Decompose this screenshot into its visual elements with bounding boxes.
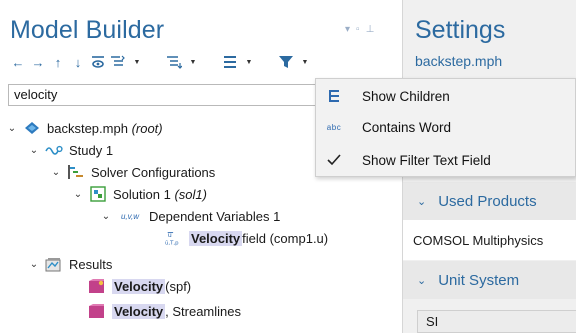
chevron-down-icon[interactable]: ⌄ — [28, 145, 40, 156]
svg-text:ū,T,p: ū,T,p — [165, 240, 179, 246]
section-title: Used Products — [438, 192, 537, 210]
svg-text:u: u — [168, 232, 172, 239]
tree-node-velocity-spf[interactable]: Velocity (spf) — [88, 275, 191, 297]
tree-node-label: backstep.mph — [47, 120, 128, 136]
view-menu-icon[interactable]: ▾ — [345, 24, 350, 35]
tree-node-solution[interactable]: ⌄ Solution 1 (sol1) — [72, 183, 207, 205]
expand-dropdown-icon[interactable]: ▼ — [130, 53, 144, 71]
window-controls: ▾ ▫ ⊥ — [345, 24, 374, 35]
minimize-icon[interactable]: ▫ — [356, 24, 360, 35]
show-more-options-icon[interactable] — [90, 53, 106, 71]
chevron-down-icon: ⌄ — [417, 195, 427, 208]
menu-item-label: Show Children — [362, 88, 450, 104]
tree-node-solver-configurations[interactable]: ⌄ Solver Configurations — [50, 161, 216, 183]
menu-item-label: Show Filter Text Field — [362, 152, 491, 168]
used-products-body: COMSOL Multiphysics — [403, 220, 576, 260]
back-arrow-icon[interactable]: ← — [10, 53, 26, 71]
search-match-highlight: Velocity — [189, 230, 243, 246]
solver-configurations-icon — [67, 164, 85, 180]
tree-filter-input[interactable]: velocity — [8, 84, 330, 106]
plot-group-icon — [88, 278, 106, 294]
chevron-down-icon[interactable]: ⌄ — [28, 259, 40, 270]
model-builder-title: Model Builder — [10, 16, 165, 44]
move-up-icon[interactable]: ↑ — [50, 53, 66, 71]
tree-node-root[interactable]: ⌄ backstep.mph (root) — [6, 117, 163, 139]
tree-node-label: Dependent Variables 1 — [149, 208, 281, 224]
tree-node-label: field (comp1.u) — [242, 230, 329, 246]
abc-icon: abc — [326, 122, 342, 132]
tree-node-label: Solver Configurations — [91, 164, 216, 180]
tree-children-icon — [316, 89, 352, 103]
pin-icon[interactable]: ⊥ — [366, 24, 375, 35]
dependent-variables-icon: u,v,w — [120, 211, 140, 221]
filter-dropdown-menu: Show Children abc Contains Word Show Fil… — [315, 78, 576, 177]
checkmark-icon — [316, 145, 352, 175]
unit-system-select[interactable]: SI — [417, 310, 576, 333]
filter-icon[interactable] — [278, 53, 294, 71]
search-match-highlight: Velocity — [112, 303, 166, 319]
tree-node-velocity-field[interactable]: u ū,T,p Velocity field (comp1.u) — [165, 227, 328, 249]
section-title: Unit System — [438, 271, 520, 289]
chevron-down-icon[interactable]: ⌄ — [6, 123, 18, 134]
menu-item-label: Contains Word — [362, 119, 452, 135]
settings-subtitle: backstep.mph — [415, 53, 503, 69]
tree-node-label: , Streamlines — [165, 303, 242, 319]
solution-icon — [89, 186, 107, 202]
menu-item-contains-word[interactable]: abc Contains Word — [316, 112, 576, 142]
tree-node-velocity-streamlines[interactable]: Velocity, Streamlines — [88, 300, 241, 322]
chevron-down-icon[interactable]: ⌄ — [50, 167, 62, 178]
model-file-icon — [23, 120, 41, 136]
chevron-down-icon[interactable]: ⌄ — [72, 189, 84, 200]
view-dropdown-icon[interactable]: ▼ — [242, 53, 256, 71]
tree-node-label: (spf) — [165, 278, 192, 294]
menu-item-show-children[interactable]: Show Children — [316, 81, 576, 111]
filter-dropdown-icon[interactable]: ▼ — [298, 53, 312, 71]
model-builder-toolbar: ← → ↑ ↓ ▼ ▼ ▼ ▼ — [10, 53, 312, 71]
tree-node-tag: (sol1) — [174, 186, 207, 202]
settings-title: Settings — [415, 16, 506, 44]
chevron-down-icon[interactable]: ⌄ — [100, 211, 112, 222]
tree-node-study[interactable]: ⌄ Study 1 — [28, 139, 113, 161]
chevron-down-icon: ⌄ — [417, 274, 427, 287]
tree-node-tag: (root) — [131, 120, 163, 136]
collapse-dropdown-icon[interactable]: ▼ — [186, 53, 200, 71]
collapse-sections-icon[interactable] — [166, 53, 182, 71]
menu-item-show-filter-text-field[interactable]: Show Filter Text Field — [316, 145, 576, 175]
expand-sections-icon[interactable] — [110, 53, 126, 71]
search-match-highlight: Velocity — [112, 278, 166, 294]
tree-node-dependent-variables[interactable]: ⌄ u,v,w Dependent Variables 1 — [100, 205, 281, 227]
model-tree-view-icon[interactable] — [222, 53, 238, 71]
tree-node-label: Results — [69, 256, 113, 272]
tree-node-label: Study 1 — [69, 142, 114, 158]
move-down-icon[interactable]: ↓ — [70, 53, 86, 71]
tree-node-results[interactable]: ⌄ Results — [28, 253, 112, 275]
results-icon — [45, 256, 63, 272]
section-used-products[interactable]: ⌄ Used Products — [403, 182, 576, 220]
study-icon — [45, 142, 63, 158]
field-variable-icon: u ū,T,p — [165, 230, 183, 246]
tree-node-label: Solution 1 — [113, 186, 171, 202]
section-unit-system[interactable]: ⌄ Unit System — [403, 261, 576, 299]
forward-arrow-icon[interactable]: → — [30, 53, 46, 71]
plot-group-icon — [88, 303, 106, 319]
used-product-value: COMSOL Multiphysics — [413, 232, 544, 248]
